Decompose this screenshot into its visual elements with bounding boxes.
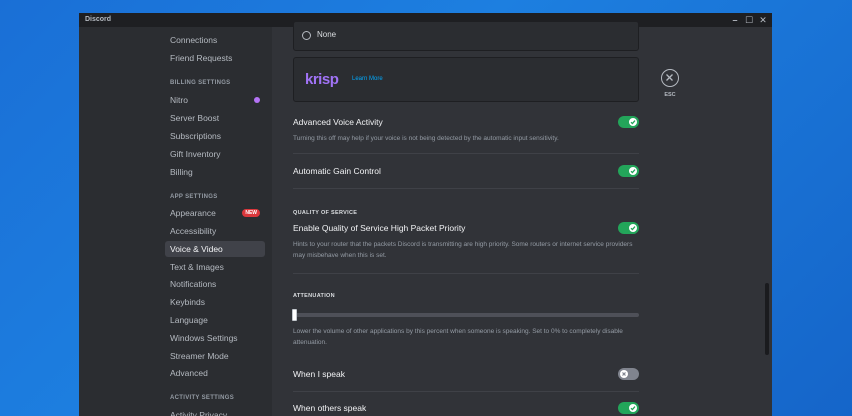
sidebar-item-connections[interactable]: Connections — [165, 32, 265, 48]
sidebar-item-streamer-mode[interactable]: Streamer Mode — [165, 348, 265, 364]
maximize-button[interactable]: ☐ — [743, 14, 755, 26]
learn-more-link[interactable]: Learn More — [352, 76, 383, 82]
check-icon — [629, 224, 637, 232]
sidebar-item-windows-settings[interactable]: Windows Settings — [165, 330, 265, 346]
when-others-speak-title: When others speak — [293, 403, 367, 413]
sidebar-item-nitro[interactable]: Nitro — [165, 92, 265, 108]
advanced-voice-activity-title: Advanced Voice Activity — [293, 117, 383, 127]
discord-window: Discord – ☐ ✕ Connections Friend Request… — [79, 13, 772, 416]
krisp-logo: krisp — [305, 71, 339, 88]
quality-of-service-header: QUALITY OF SERVICE — [293, 210, 358, 216]
sidebar-item-activity-privacy[interactable]: Activity Privacy — [165, 407, 265, 416]
none-option-label: None — [317, 30, 337, 39]
attenuation-slider-track[interactable] — [293, 313, 639, 317]
sidebar-item-label: Appearance — [170, 208, 216, 218]
attenuation-description: Lower the volume of other applications b… — [293, 328, 623, 346]
radio-icon[interactable] — [302, 31, 311, 40]
scrollbar[interactable] — [765, 283, 769, 355]
sidebar-item-text-images[interactable]: Text & Images — [165, 259, 265, 275]
settings-sidebar: Connections Friend Requests BILLING SETT… — [79, 27, 272, 416]
advanced-voice-activity-description: Turning this off may help if your voice … — [293, 135, 559, 142]
app-settings-header: APP SETTINGS — [170, 194, 218, 200]
noise-suppression-none-option[interactable]: None — [293, 21, 639, 51]
activity-settings-header: ACTIVITY SETTINGS — [170, 395, 234, 401]
sidebar-item-appearance[interactable]: Appearance NEW — [165, 205, 265, 221]
check-icon — [629, 118, 637, 126]
divider — [293, 188, 639, 189]
sidebar-item-keybinds[interactable]: Keybinds — [165, 294, 265, 310]
nitro-icon — [254, 97, 260, 103]
automatic-gain-control-toggle[interactable] — [618, 165, 639, 177]
when-i-speak-title: When I speak — [293, 369, 345, 379]
billing-settings-header: BILLING SETTINGS — [170, 80, 231, 86]
sidebar-item-language[interactable]: Language — [165, 312, 265, 328]
sidebar-item-gift-inventory[interactable]: Gift Inventory — [165, 146, 265, 162]
qos-toggle[interactable] — [618, 222, 639, 234]
minimize-button[interactable]: – — [729, 14, 741, 26]
sidebar-item-subscriptions[interactable]: Subscriptions — [165, 128, 265, 144]
qos-title: Enable Quality of Service High Packet Pr… — [293, 223, 466, 233]
sidebar-item-voice-video[interactable]: Voice & Video — [165, 241, 265, 257]
attenuation-header: ATTENUATION — [293, 293, 335, 299]
close-icon[interactable] — [661, 69, 679, 87]
sidebar-item-advanced[interactable]: Advanced — [165, 365, 265, 381]
divider — [293, 273, 639, 274]
sidebar-item-accessibility[interactable]: Accessibility — [165, 223, 265, 239]
krisp-panel: krisp Learn More — [293, 57, 639, 102]
when-i-speak-toggle[interactable] — [618, 368, 639, 380]
esc-label: ESC — [664, 92, 676, 98]
x-icon — [620, 370, 628, 378]
check-icon — [629, 167, 637, 175]
sidebar-item-friend-requests[interactable]: Friend Requests — [165, 50, 265, 66]
automatic-gain-control-title: Automatic Gain Control — [293, 166, 381, 176]
sidebar-item-server-boost[interactable]: Server Boost — [165, 110, 265, 126]
sidebar-item-notifications[interactable]: Notifications — [165, 276, 265, 292]
window-title: Discord — [85, 16, 112, 23]
attenuation-slider-handle[interactable] — [292, 309, 297, 321]
close-window-button[interactable]: ✕ — [757, 14, 769, 26]
new-badge: NEW — [242, 209, 260, 217]
check-icon — [629, 404, 637, 412]
divider — [293, 153, 639, 154]
close-settings[interactable]: ESC — [658, 69, 682, 98]
settings-content: None krisp Learn More Advanced Voice Act… — [272, 21, 772, 416]
sidebar-item-billing[interactable]: Billing — [165, 164, 265, 180]
divider — [293, 391, 639, 392]
advanced-voice-activity-toggle[interactable] — [618, 116, 639, 128]
when-others-speak-toggle[interactable] — [618, 402, 639, 414]
sidebar-item-label: Nitro — [170, 95, 188, 105]
qos-description: Hints to your router that the packets Di… — [293, 241, 633, 259]
